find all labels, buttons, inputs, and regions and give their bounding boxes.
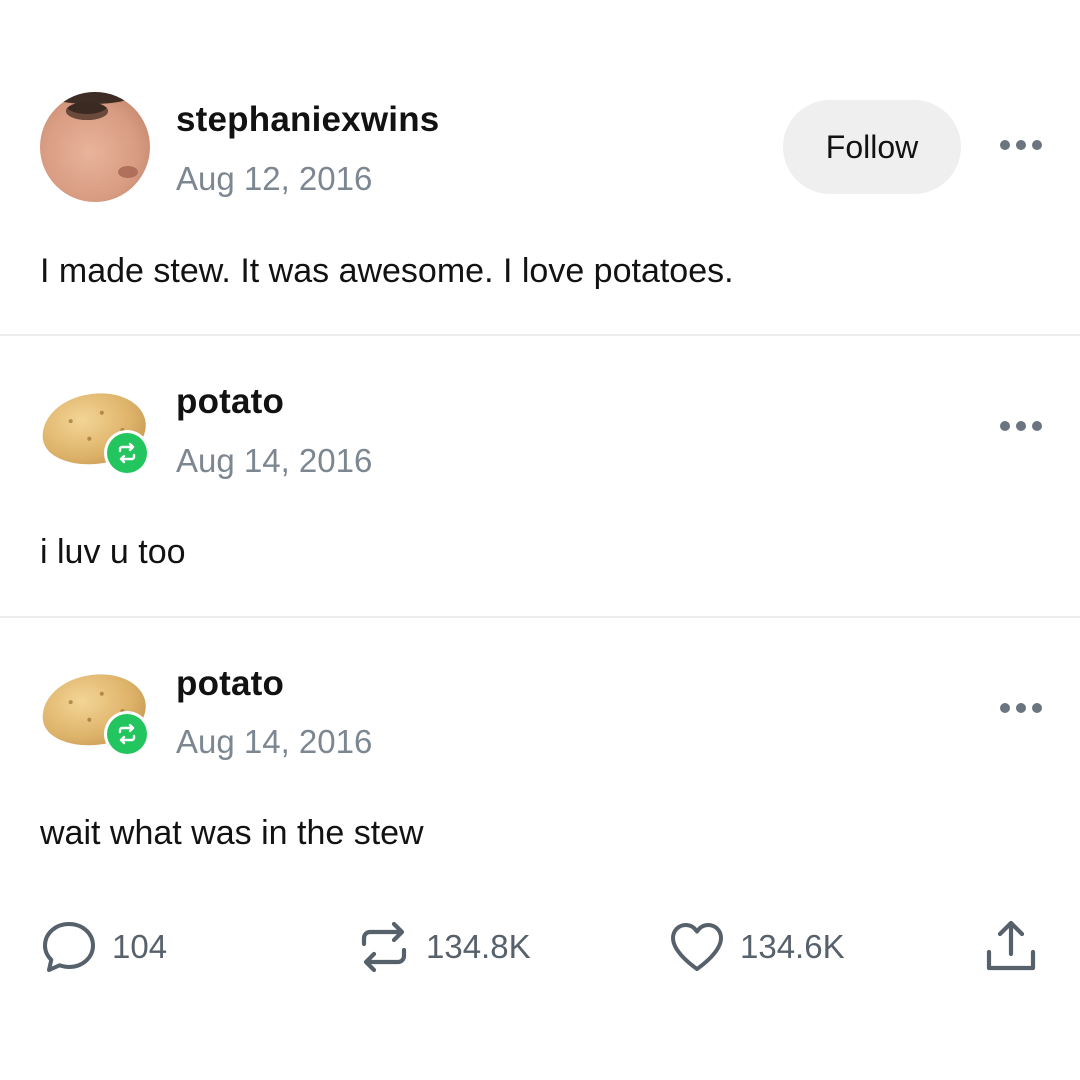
username[interactable]: potato xyxy=(176,382,284,422)
reblogs-count: 134.8K xyxy=(426,928,531,965)
username[interactable]: stephaniexwins xyxy=(176,100,439,140)
post-date[interactable]: Aug 12, 2016 xyxy=(176,160,372,198)
avatar-nostril xyxy=(118,166,138,178)
divider xyxy=(0,616,1080,618)
share-button[interactable] xyxy=(984,915,1038,979)
post-footer: 104 134.8K 134.6K xyxy=(0,915,1080,979)
avatar-eye xyxy=(66,102,108,120)
post-date[interactable]: Aug 14, 2016 xyxy=(176,442,372,480)
reblog-icon xyxy=(361,921,407,973)
more-options-icon[interactable] xyxy=(1000,139,1042,151)
avatar-image xyxy=(40,92,150,202)
post-text: i luv u too xyxy=(40,533,186,571)
heart-icon xyxy=(671,923,723,971)
more-options-icon[interactable] xyxy=(1000,420,1042,432)
divider xyxy=(0,334,1080,336)
username[interactable]: potato xyxy=(176,664,284,704)
comments-count: 104 xyxy=(112,928,168,965)
comments-button[interactable]: 104 xyxy=(40,915,167,979)
avatar-potato[interactable] xyxy=(37,386,151,496)
comment-icon xyxy=(43,922,95,972)
reblog-badge xyxy=(104,430,150,476)
reblog-badge xyxy=(104,711,150,757)
post-date[interactable]: Aug 14, 2016 xyxy=(176,723,372,761)
post-text: wait what was in the stew xyxy=(40,814,424,852)
like-button[interactable]: 134.6K xyxy=(668,915,845,979)
reblog-icon xyxy=(118,442,136,464)
post-text: I made stew. It was awesome. I love pota… xyxy=(40,252,734,290)
reblog-button[interactable]: 134.8K xyxy=(356,915,531,979)
more-options-icon[interactable] xyxy=(1000,702,1042,714)
avatar-potato[interactable] xyxy=(37,667,151,777)
reblog-icon xyxy=(118,723,136,745)
follow-button[interactable]: Follow xyxy=(783,100,961,194)
likes-count: 134.6K xyxy=(740,928,845,965)
share-icon xyxy=(986,920,1036,971)
avatar-stephaniexwins[interactable] xyxy=(40,92,150,202)
